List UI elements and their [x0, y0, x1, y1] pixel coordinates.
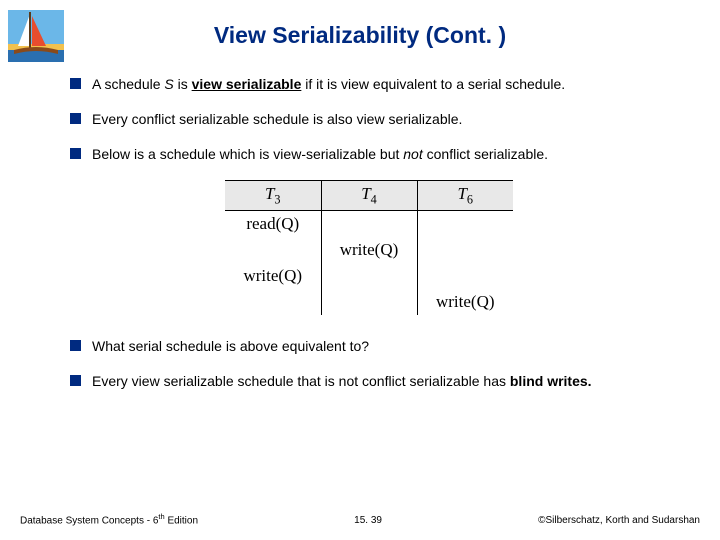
text: Every view serializable schedule that is…	[92, 373, 510, 389]
cell	[321, 211, 417, 238]
col-header: T3	[225, 180, 321, 210]
schedule-table-wrap: T3 T4 T6 read(Q) write(Q) write(Q)	[70, 180, 668, 315]
footer-page-number: 15. 39	[354, 515, 382, 526]
sailboat-logo	[8, 10, 64, 62]
text: is	[174, 76, 192, 92]
slide-title: View Serializability (Cont. )	[0, 0, 720, 75]
emphasis-not: not	[403, 146, 422, 162]
bullet-item: Every view serializable schedule that is…	[70, 372, 668, 391]
text: conflict serializable.	[423, 146, 548, 162]
bullet-item: Every conflict serializable schedule is …	[70, 110, 668, 129]
table-row: write(Q)	[225, 289, 513, 315]
footer-copyright: ©Silberschatz, Korth and Sudarshan	[538, 515, 700, 526]
cell	[225, 289, 321, 315]
term-view-serializable: view serializable	[192, 76, 302, 92]
table-header-row: T3 T4 T6	[225, 180, 513, 210]
term-blind-writes: blind writes.	[510, 373, 592, 389]
col-header: T6	[417, 180, 513, 210]
variable-s: S	[164, 76, 173, 92]
bullet-item: What serial schedule is above equivalent…	[70, 337, 668, 356]
slide-content: A schedule S is view serializable if it …	[0, 75, 720, 391]
table-row: write(Q)	[225, 263, 513, 289]
cell	[321, 289, 417, 315]
schedule-table: T3 T4 T6 read(Q) write(Q) write(Q)	[225, 180, 513, 315]
text: Below is a schedule which is view-serial…	[92, 146, 403, 162]
table-row: read(Q)	[225, 211, 513, 238]
cell	[225, 237, 321, 263]
footer-left: Database System Concepts - 6th Edition	[20, 512, 198, 526]
bullet-item: A schedule S is view serializable if it …	[70, 75, 668, 94]
cell	[417, 211, 513, 238]
table-row: write(Q)	[225, 237, 513, 263]
text: What serial schedule is above equivalent…	[92, 338, 369, 354]
cell: write(Q)	[321, 237, 417, 263]
cell: write(Q)	[417, 289, 513, 315]
cell	[417, 237, 513, 263]
cell: read(Q)	[225, 211, 321, 238]
cell	[321, 263, 417, 289]
bullet-item: Below is a schedule which is view-serial…	[70, 145, 668, 164]
text: A schedule	[92, 76, 164, 92]
cell	[417, 263, 513, 289]
text: if it is view equivalent to a serial sch…	[301, 76, 565, 92]
cell: write(Q)	[225, 263, 321, 289]
col-header: T4	[321, 180, 417, 210]
slide-footer: Database System Concepts - 6th Edition 1…	[0, 512, 720, 526]
text: Every conflict serializable schedule is …	[92, 111, 462, 127]
